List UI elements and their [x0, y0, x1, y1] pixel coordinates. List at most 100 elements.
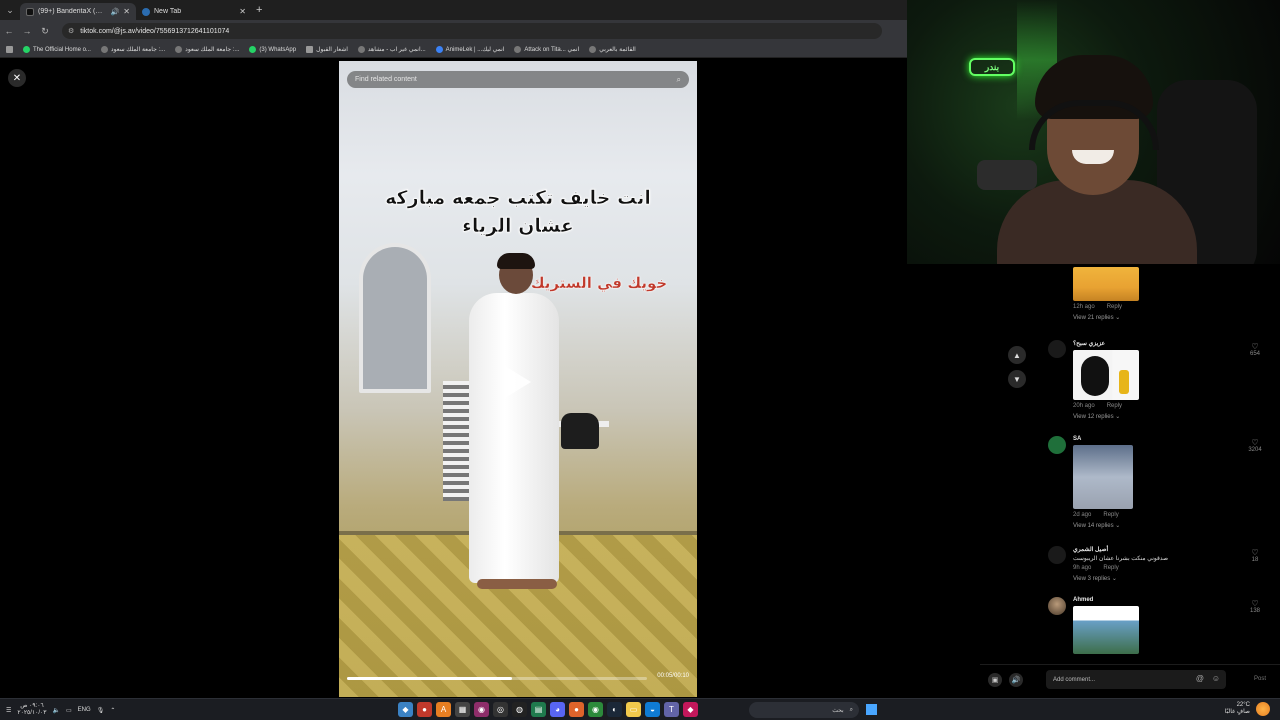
- speaker-tray-icon[interactable]: 🔈: [53, 707, 60, 714]
- search-icon[interactable]: ⌕: [677, 75, 681, 85]
- comment-image[interactable]: [1073, 606, 1139, 654]
- like-button[interactable]: ♡ 18: [1244, 548, 1266, 563]
- chevron-up-icon[interactable]: ⌃: [110, 707, 115, 714]
- comment-username[interactable]: SA: [1073, 436, 1243, 442]
- bookmark-item[interactable]: جامعة الملك سعود :...: [175, 46, 239, 53]
- app-icon[interactable]: ◍: [512, 702, 527, 717]
- webcam-overlay: ﺑﻨﺪﺭ: [907, 0, 1280, 264]
- bookmark-item[interactable]: AnimeLek | ...انمي ليك: [435, 46, 504, 53]
- video-person-feet: [477, 579, 557, 589]
- comment-image[interactable]: [1073, 350, 1139, 400]
- avatar[interactable]: [1048, 436, 1066, 454]
- comment-username[interactable]: أصيل الشمري: [1073, 546, 1243, 553]
- discord-icon[interactable]: ◕: [550, 702, 565, 717]
- view-replies-button[interactable]: View 21 replies ⌄: [1073, 314, 1243, 321]
- play-icon[interactable]: [505, 366, 531, 398]
- weather-widget[interactable]: 22°C صافٍ غالبًا: [1225, 702, 1270, 716]
- tab-search-icon[interactable]: ⌄: [0, 0, 20, 20]
- bookmark-item[interactable]: Attack on Tita... انمي: [514, 46, 579, 53]
- apps-grid-icon[interactable]: [6, 46, 13, 53]
- whatsapp-icon: [249, 46, 257, 53]
- video-progress-bar[interactable]: [347, 677, 647, 680]
- comments-panel: 12h ago Reply View 21 replies ⌄ عزيزي سب…: [1040, 264, 1280, 659]
- like-button[interactable]: ♡ 654: [1244, 342, 1266, 357]
- close-tab-icon[interactable]: ✕: [239, 7, 246, 16]
- app-icon[interactable]: ◆: [683, 702, 698, 717]
- language-indicator[interactable]: ENG: [78, 707, 91, 713]
- find-related-search[interactable]: Find related content ⌕: [347, 71, 689, 88]
- heart-icon: ♡: [1251, 438, 1259, 447]
- notifications-icon[interactable]: ☰: [6, 707, 11, 714]
- heart-icon: ♡: [1251, 548, 1259, 557]
- bookmark-item[interactable]: (3) WhatsApp: [249, 46, 296, 53]
- edge-icon[interactable]: ◒: [645, 702, 660, 717]
- like-button[interactable]: ♡ 3204: [1244, 438, 1266, 453]
- back-arrow-icon[interactable]: ←: [0, 26, 18, 36]
- avatar[interactable]: [1048, 546, 1066, 564]
- app-icon[interactable]: A: [436, 702, 451, 717]
- reply-button[interactable]: Reply: [1103, 512, 1118, 518]
- bookmark-item[interactable]: The Official Home o...: [23, 46, 91, 53]
- app-icon[interactable]: ▦: [455, 702, 470, 717]
- taskbar-search[interactable]: بحث ⌕: [749, 702, 859, 718]
- emoji-icon[interactable]: ☺: [1212, 674, 1220, 683]
- new-tab-button[interactable]: +: [256, 4, 262, 16]
- bookmark-item[interactable]: جامعة الملك سعود :...: [100, 46, 165, 53]
- app-icon[interactable]: ◉: [474, 702, 489, 717]
- comment-image[interactable]: [1073, 445, 1133, 509]
- view-replies-button[interactable]: View 3 replies ⌄: [1073, 575, 1243, 582]
- browser-tab-bar: ⌄ (99+) BanderitaX (@bander... 🔊 ✕ New T…: [0, 0, 907, 20]
- bookmark-item[interactable]: القائمة بالعربي: [589, 46, 636, 53]
- tab-tiktok[interactable]: (99+) BanderitaX (@bander... 🔊 ✕: [20, 3, 136, 20]
- video-player[interactable]: Find related content ⌕ انت خايف تكتب جمع…: [339, 61, 697, 697]
- mention-icon[interactable]: @: [1196, 674, 1204, 683]
- network-icon[interactable]: ▭: [66, 707, 72, 714]
- windows-start-icon[interactable]: [866, 704, 877, 715]
- site-info-icon[interactable]: ⚙: [68, 27, 74, 35]
- view-replies-button[interactable]: View 14 replies ⌄: [1073, 522, 1243, 529]
- url-field[interactable]: ⚙ tiktok.com/@js.av/video/75569137126411…: [62, 23, 882, 39]
- speaker-icon[interactable]: 🔊: [111, 8, 120, 16]
- bookmark-favicon-icon: [435, 46, 443, 53]
- comment-username[interactable]: عزيزي سبح؟: [1073, 340, 1243, 347]
- comment-input[interactable]: Add comment... @ ☺: [1046, 670, 1226, 689]
- tab-title: New Tab: [154, 8, 182, 15]
- avatar[interactable]: [1048, 597, 1066, 615]
- reply-button[interactable]: Reply: [1107, 403, 1122, 409]
- comment-image[interactable]: [1073, 267, 1139, 301]
- tab-new-tab[interactable]: New Tab ✕: [136, 3, 252, 20]
- chrome-icon[interactable]: ◉: [588, 702, 603, 717]
- comment-username[interactable]: Ahmed: [1073, 597, 1243, 603]
- forward-arrow-icon[interactable]: →: [18, 26, 36, 36]
- next-video-button[interactable]: ▼: [1008, 370, 1026, 388]
- tab-title: (99+) BanderitaX (@bander...: [38, 8, 107, 15]
- firefox-icon[interactable]: ●: [569, 702, 584, 717]
- bookmark-item[interactable]: انمي غير اب - مشاهد...: [357, 46, 426, 53]
- post-button[interactable]: Post: [1254, 676, 1266, 682]
- pip-icon[interactable]: ▣: [988, 673, 1002, 687]
- previous-video-button[interactable]: ▲: [1008, 346, 1026, 364]
- close-video-button[interactable]: ✕: [8, 69, 26, 87]
- reload-icon[interactable]: ↻: [36, 26, 54, 37]
- app-icon[interactable]: ◎: [493, 702, 508, 717]
- bookmark-item[interactable]: اشعار القبول: [306, 46, 348, 53]
- avatar[interactable]: [1048, 340, 1066, 358]
- reply-button[interactable]: Reply: [1103, 565, 1118, 571]
- taskbar-apps: ◆ ● A ▦ ◉ ◎ ◍ ▤ ◕ ● ◉ ◐ ▭ ◒ T ◆: [398, 702, 698, 717]
- teams-icon[interactable]: T: [664, 702, 679, 717]
- like-count: 138: [1249, 608, 1260, 614]
- steam-icon[interactable]: ◐: [607, 702, 622, 717]
- heart-icon: ♡: [1251, 599, 1259, 608]
- app-icon[interactable]: ●: [417, 702, 432, 717]
- mic-icon[interactable]: 🎙: [97, 707, 105, 714]
- search-icon: ⌕: [849, 706, 853, 713]
- volume-icon[interactable]: 🔊: [1009, 673, 1023, 687]
- clock[interactable]: ٠٩:٠٦ ص ٢٠٢٥/١٠/٠٣: [17, 703, 46, 717]
- like-button[interactable]: ♡ 138: [1244, 599, 1266, 614]
- close-tab-icon[interactable]: ✕: [123, 7, 130, 16]
- file-explorer-icon[interactable]: ▭: [626, 702, 641, 717]
- view-replies-button[interactable]: View 12 replies ⌄: [1073, 413, 1243, 420]
- reply-button[interactable]: Reply: [1107, 304, 1122, 310]
- app-icon[interactable]: ▤: [531, 702, 546, 717]
- app-icon[interactable]: ◆: [398, 702, 413, 717]
